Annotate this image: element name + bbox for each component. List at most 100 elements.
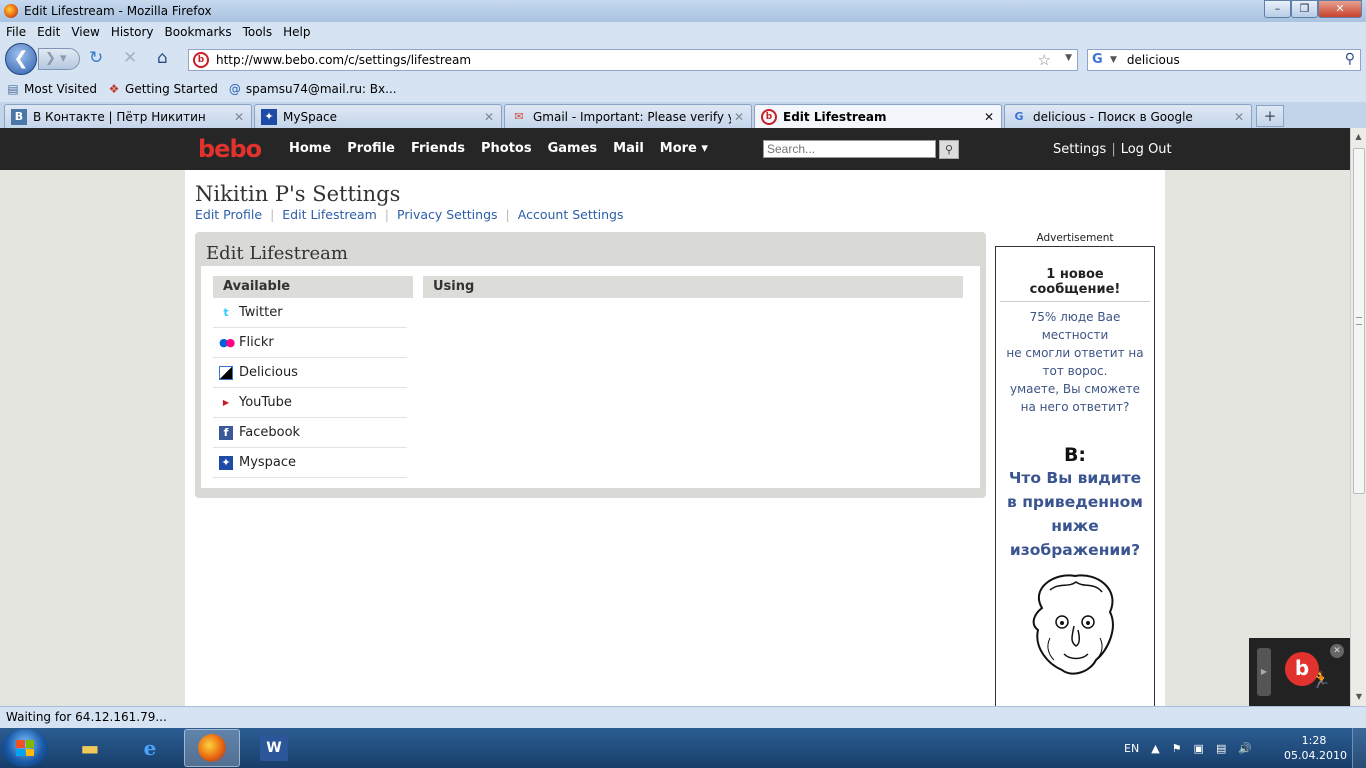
back-button[interactable]: ❮ — [5, 43, 37, 75]
scrollbar-thumb[interactable] — [1353, 148, 1365, 494]
page-viewport: bebo Home Profile Friends Photos Games M… — [0, 128, 1350, 706]
bookmark-mailru[interactable]: @ spamsu74@mail.ru: Вх... — [228, 82, 397, 96]
advertisement-banner[interactable]: 1 новое сообщение! 75% люде Вае местност… — [995, 246, 1155, 706]
google-engine-icon[interactable]: G — [1092, 53, 1106, 67]
minimize-button[interactable]: – — [1264, 0, 1291, 18]
status-text: Waiting for 64.12.161.79... — [6, 710, 167, 724]
volume-icon[interactable]: 🔊 — [1238, 742, 1252, 755]
tab-google-search[interactable]: G delicious - Поиск в Google ✕ — [1004, 104, 1252, 128]
menu-bookmarks[interactable]: Bookmarks — [165, 25, 232, 39]
tab-gmail[interactable]: ✉ Gmail - Important: Please verify you..… — [504, 104, 752, 128]
nav-mail[interactable]: Mail — [613, 141, 644, 156]
internet-explorer-icon: e — [143, 736, 157, 760]
windows-logo-icon — [16, 740, 34, 756]
ie-taskbar-button[interactable]: e — [122, 729, 178, 767]
service-myspace[interactable]: ✦ Myspace — [213, 448, 407, 478]
bebo-search-button[interactable]: ⚲ — [939, 140, 959, 159]
vertical-scrollbar[interactable]: ▲ ▼ — [1350, 128, 1366, 706]
action-center-flag-icon[interactable]: ⚑ — [1172, 742, 1182, 755]
bebo-logo[interactable]: bebo — [198, 137, 262, 161]
maximize-button[interactable]: ❐ — [1291, 0, 1318, 18]
runner-icon: 🏃 — [1311, 670, 1331, 689]
notifier-close-icon[interactable]: ✕ — [1330, 644, 1344, 658]
using-header: Using — [423, 276, 963, 298]
bookmark-star-icon[interactable]: ☆ — [1038, 51, 1051, 69]
notifier-expand-icon[interactable]: ▶ — [1257, 648, 1271, 696]
nav-home[interactable]: Home — [289, 141, 331, 156]
logout-link[interactable]: Log Out — [1121, 142, 1172, 157]
language-indicator[interactable]: EN — [1124, 742, 1139, 755]
stop-icon[interactable]: ✕ — [123, 50, 137, 67]
lifestream-panel: Edit Lifestream Available Using t Twitte… — [195, 232, 986, 498]
device-icon[interactable]: ▣ — [1194, 742, 1204, 755]
nav-more[interactable]: More ▾ — [660, 141, 708, 156]
nav-profile[interactable]: Profile — [347, 141, 395, 156]
scroll-down-icon[interactable]: ▼ — [1351, 688, 1366, 706]
tray-expand-icon[interactable]: ▲ — [1151, 742, 1159, 755]
system-clock[interactable]: 1:28 05.04.2010 — [1284, 733, 1347, 763]
tab-myspace[interactable]: ✦ MySpace ✕ — [254, 104, 502, 128]
menu-file[interactable]: File — [6, 25, 26, 39]
service-facebook[interactable]: f Facebook — [213, 418, 407, 448]
separator: | — [1111, 142, 1116, 157]
tab-edit-lifestream[interactable]: b Edit Lifestream ✕ — [754, 104, 1002, 128]
show-desktop-button[interactable] — [1352, 728, 1366, 768]
account-settings-link[interactable]: Account Settings — [518, 207, 624, 222]
forward-button[interactable]: ❯ ▾ — [38, 48, 80, 70]
search-icon: ⚲ — [944, 143, 954, 156]
tab-close-icon[interactable]: ✕ — [981, 110, 997, 124]
network-icon[interactable]: ▤ — [1216, 742, 1226, 755]
bookmark-most-visited[interactable]: ▤ Most Visited — [6, 82, 97, 96]
system-tray: EN ▲ ⚑ ▣ ▤ 🔊 — [1124, 728, 1264, 768]
bebo-search-input[interactable] — [763, 140, 936, 158]
home-icon[interactable]: ⌂ — [157, 50, 168, 67]
service-delicious[interactable]: Delicious — [213, 358, 407, 388]
search-bar[interactable]: G ▼ delicious ⚲ — [1087, 49, 1361, 71]
menu-tools[interactable]: Tools — [243, 25, 273, 39]
explorer-taskbar-button[interactable]: ▬ — [62, 729, 118, 767]
bebo-icon: b — [761, 108, 777, 125]
tab-vkontakte[interactable]: B В Контакте | Пётр Никитин ✕ — [4, 104, 252, 128]
delicious-icon — [219, 365, 233, 380]
service-flickr[interactable]: ●● Flickr — [213, 328, 407, 358]
url-bar[interactable]: b http://www.bebo.com/c/settings/lifestr… — [188, 49, 1078, 71]
page-title: Nikitin P's Settings — [195, 182, 401, 206]
settings-link[interactable]: Settings — [1053, 142, 1106, 157]
close-window-button[interactable]: ✕ — [1318, 0, 1362, 18]
menu-help[interactable]: Help — [283, 25, 310, 39]
firefox-taskbar-button[interactable] — [184, 729, 240, 767]
window-title: Edit Lifestream - Mozilla Firefox — [24, 4, 212, 18]
clock-date: 05.04.2010 — [1284, 749, 1347, 762]
reload-icon[interactable]: ↻ — [89, 50, 103, 67]
settings-subnav: Edit Profile | Edit Lifestream | Privacy… — [195, 207, 623, 222]
tab-close-icon[interactable]: ✕ — [481, 110, 497, 124]
service-youtube[interactable]: ▶ YouTube — [213, 388, 407, 418]
privacy-settings-link[interactable]: Privacy Settings — [397, 207, 498, 222]
tab-close-icon[interactable]: ✕ — [231, 110, 247, 124]
url-dropdown-icon[interactable]: ▼ — [1065, 53, 1072, 63]
tab-close-icon[interactable]: ✕ — [1231, 110, 1247, 124]
search-icon[interactable]: ⚲ — [1345, 51, 1355, 67]
nav-friends[interactable]: Friends — [411, 141, 465, 156]
bookmark-getting-started[interactable]: ❖ Getting Started — [107, 82, 218, 96]
separator: | — [384, 207, 390, 222]
search-engine-dropdown-icon[interactable]: ▼ — [1110, 55, 1117, 65]
start-button[interactable] — [2, 729, 48, 767]
menu-history[interactable]: History — [111, 25, 154, 39]
service-twitter[interactable]: t Twitter — [213, 298, 407, 328]
new-tab-button[interactable]: + — [1256, 105, 1284, 127]
bebo-header: bebo Home Profile Friends Photos Games M… — [0, 128, 1350, 170]
nav-games[interactable]: Games — [548, 141, 598, 156]
separator: | — [505, 207, 510, 222]
word-taskbar-button[interactable]: W — [246, 729, 302, 767]
scroll-up-icon[interactable]: ▲ — [1351, 128, 1366, 146]
nav-photos[interactable]: Photos — [481, 141, 532, 156]
ad-text: 75% люде Вае местности не смогли ответит… — [1006, 310, 1144, 414]
edit-lifestream-link[interactable]: Edit Lifestream — [282, 207, 377, 222]
gmail-icon: ✉ — [514, 109, 524, 123]
menu-edit[interactable]: Edit — [37, 25, 60, 39]
menu-view[interactable]: View — [71, 25, 99, 39]
tab-close-icon[interactable]: ✕ — [731, 110, 747, 124]
edit-profile-link[interactable]: Edit Profile — [195, 207, 262, 222]
bebo-notifier-popup[interactable]: ▶ ✕ b 🏃 — [1249, 638, 1350, 706]
